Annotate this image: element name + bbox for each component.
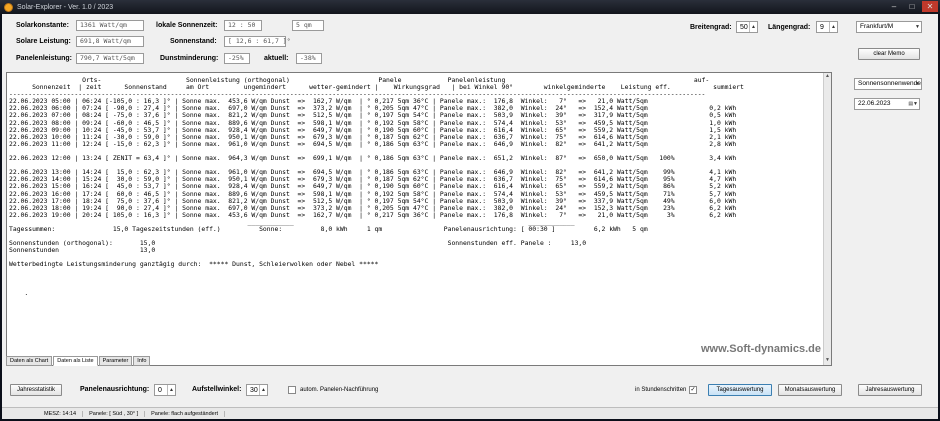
tab-list[interactable]: Daten als Liste (53, 356, 98, 366)
nachfuehrung-label: autom. Panelen-Nachführung (300, 387, 379, 393)
panelenausrichtung-label: Panelenausrichtung: (80, 386, 150, 393)
status-panel-orientation: Panele: [ Süd , 30° ] (83, 410, 146, 417)
tab-parameter[interactable]: Parameter (98, 356, 133, 366)
dunstminderung-label: Dunstminderung: (160, 55, 219, 62)
spinner-icon[interactable]: ▲ (829, 22, 837, 32)
tab-chart[interactable]: Daten als Chart (6, 356, 53, 366)
report-line: Tagessummen: 15,0 Tageszeitstunden (eff.… (9, 224, 648, 233)
scroll-down-icon[interactable]: ▼ (824, 357, 831, 365)
aufstellwinkel-stepper[interactable]: 30 ▲ (246, 384, 268, 396)
jahresstatistik-button[interactable]: Jahresstatistik (10, 384, 62, 396)
dunstminderung-field: -25% (224, 53, 250, 64)
status-time: MESZ: 14:14 (38, 410, 84, 417)
lokale-sonnenzeit-field: 12 : 50 (224, 20, 262, 31)
panelenausrichtung-stepper[interactable]: 0 ▲ (154, 384, 176, 396)
laengengrad-stepper[interactable]: 9 ▲ (816, 21, 838, 33)
panelenleistung-field: 790,7 Watt/5qm (76, 53, 144, 64)
website-watermark: www.Soft-dynamics.de (700, 343, 821, 355)
clear-memo-button[interactable]: clear Memo (858, 48, 920, 60)
solarkonstante-field: 1361 Watt/qm (76, 20, 144, 31)
area-field: 5 qm (292, 20, 324, 31)
sonnenstand-field: [ 12,6 : 61,7 ]° (224, 36, 291, 47)
chevron-down-icon: ▼ (915, 81, 920, 87)
aktuell-field: -38% (296, 53, 322, 64)
chevron-down-icon: ▼ (915, 24, 920, 30)
mode-select[interactable]: Sonnensonnenwende ▼ (854, 78, 922, 90)
minimize-icon[interactable]: – (886, 1, 902, 12)
view-tabs: Daten als Chart Daten als Liste Paramete… (6, 356, 151, 366)
stundenschritte-checkbox[interactable]: ✓ (689, 386, 697, 394)
stundenschritte-label: in Stundenschritten (635, 387, 687, 393)
client-area: Solarkonstante: 1361 Watt/qm Solare Leis… (2, 14, 938, 419)
monatsauswertung-button[interactable]: Monatsauswertung (778, 384, 842, 396)
solarkonstante-label: Solarkonstante: (16, 22, 69, 29)
panelenleistung-label: Panelenleistung: (16, 55, 73, 62)
scroll-up-icon[interactable]: ▲ (824, 73, 831, 81)
nachfuehrung-checkbox[interactable] (288, 386, 296, 394)
window-title: Solar-Explorer - Ver. 1.0 / 2023 (17, 3, 114, 11)
report-line: Wetterbedingte Leistungsminderung ganztä… (9, 260, 379, 269)
tagesauswertung-button[interactable]: Tagesauswertung (708, 384, 772, 396)
spinner-icon[interactable]: ▲ (749, 22, 757, 32)
report-line: 22.06.2023 11:00 | 12:24 [ -15,0 : 62,3 … (9, 139, 737, 148)
solare-leistung-field: 691,8 Watt/qm (76, 36, 144, 47)
tab-info[interactable]: Info (133, 356, 151, 366)
lokale-sonnenzeit-label: lokale Sonnenzeit: (156, 22, 218, 29)
title-bar: Solar-Explorer - Ver. 1.0 / 2023 – □ ✕ (0, 0, 940, 14)
aufstellwinkel-label: Aufstellwinkel: (192, 386, 242, 393)
status-panel-type: Panele: flach aufgeständert (145, 410, 226, 417)
report-memo[interactable]: Orts- Sonnenleistung (orthogonal) Panele… (6, 72, 832, 366)
calendar-icon[interactable]: ▤▼ (908, 99, 918, 109)
sonnenstand-label: Sonnenstand: (170, 38, 217, 45)
window-controls: – □ ✕ (886, 1, 938, 12)
date-picker[interactable]: 22.06.2023 ▤▼ (854, 98, 920, 110)
bottom-controls: Jahresstatistik Panelenausrichtung: 0 ▲ … (2, 380, 938, 404)
breitengrad-stepper[interactable]: 50 ▲ (736, 21, 758, 33)
maximize-icon[interactable]: □ (904, 1, 920, 12)
breitengrad-label: Breitengrad: (690, 24, 732, 31)
laengengrad-label: Längengrad: (768, 24, 811, 31)
report-line: 22.06.2023 12:00 | 13:24 [ ZENIT = 63,4 … (9, 154, 737, 163)
spinner-icon[interactable]: ▲ (259, 385, 267, 395)
jahresauswertung-button[interactable]: Jahresauswertung (858, 384, 922, 396)
aktuell-label: aktuell: (264, 55, 289, 62)
sun-app-icon (4, 2, 13, 12)
solare-leistung-label: Solare Leistung: (16, 38, 71, 45)
status-bar: MESZ: 14:14 Panele: [ Süd , 30° ] Panele… (2, 407, 938, 419)
report-line: . (24, 288, 29, 297)
report-text: Orts- Sonnenleistung (orthogonal) Panele… (7, 73, 831, 301)
header-panel: Solarkonstante: 1361 Watt/qm Solare Leis… (2, 14, 938, 70)
city-select[interactable]: Frankfurt/M ▼ (856, 21, 922, 33)
report-line: Sonnenstunden 13,0 (9, 246, 156, 255)
spinner-icon[interactable]: ▲ (167, 385, 175, 395)
vertical-scrollbar[interactable]: ▲ ▼ (823, 73, 831, 365)
close-icon[interactable]: ✕ (922, 1, 938, 12)
